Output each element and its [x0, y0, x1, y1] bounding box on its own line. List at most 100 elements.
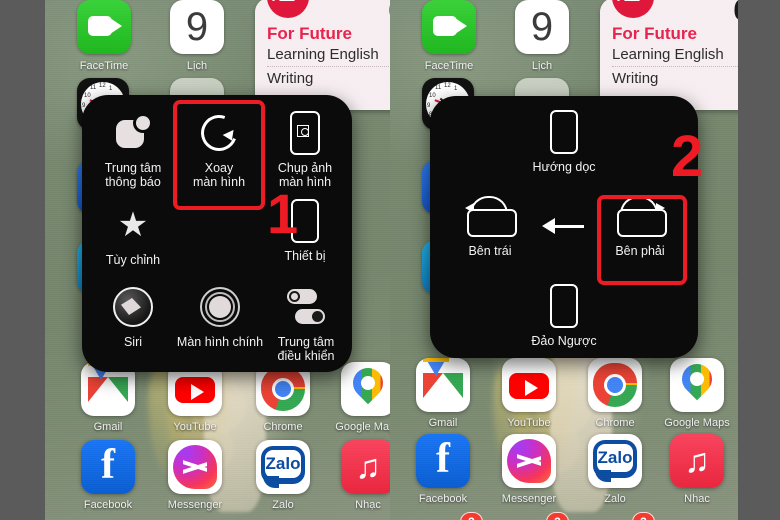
panel-item-label: Tùy chỉnh: [105, 253, 161, 267]
calendar-label: Lịch: [186, 60, 208, 72]
app-chrome[interactable]: Chrome: [248, 362, 318, 433]
panel-item-notification-center[interactable]: Trung tâm thông báo: [92, 111, 174, 189]
app-messenger[interactable]: 2 Messenger: [494, 434, 569, 520]
home-screen-icon: [174, 285, 266, 329]
app-label: Zalo: [604, 493, 626, 505]
rotate-orientation-panel[interactable]: Hướng dọc Bên trái Bên phải Đảo Ngược: [430, 96, 698, 358]
music-icon: ♫: [670, 434, 724, 488]
panel-item-upside-down[interactable]: Đảo Ngược: [520, 284, 608, 348]
panel-item-label: Trung tâm thông báo: [104, 161, 162, 189]
app-facebook[interactable]: f 3 Facebook: [73, 440, 143, 511]
widget-divider: [612, 66, 738, 67]
panel-item-label: Bên phải: [615, 244, 665, 258]
app-label: Nhac: [684, 493, 710, 505]
screenshot-icon: [264, 111, 346, 155]
panel-item-label: Thiết bị: [284, 249, 326, 263]
app-label: Gmail: [93, 421, 123, 433]
chrome-icon: [588, 358, 642, 412]
app-label: YouTube: [507, 417, 551, 429]
app-chrome[interactable]: Chrome: [580, 358, 650, 429]
panel-item-portrait[interactable]: Hướng dọc: [520, 110, 608, 174]
panel-item-custom[interactable]: ★ Tùy chỉnh: [92, 203, 174, 267]
portrait-orientation-icon: [520, 110, 608, 154]
panel-item-control-center[interactable]: Trung tâm điều khiển: [264, 285, 348, 363]
rotate-screen-icon: [178, 109, 260, 157]
app-label: Messenger: [167, 499, 223, 511]
app-music[interactable]: ♫ Nhạc: [333, 440, 390, 511]
left-gutter: [0, 0, 45, 520]
app-youtube[interactable]: YouTube: [494, 358, 564, 429]
app-gmail[interactable]: Gmail: [73, 362, 143, 433]
panel-item-screenshot[interactable]: Chụp ảnh màn hình: [264, 111, 346, 189]
siri-icon: [92, 285, 174, 329]
badge-count: 2: [546, 512, 569, 520]
app-zalo[interactable]: Zalo 3 Zalo: [248, 440, 318, 511]
calendar-icon[interactable]: 9: [170, 0, 224, 54]
panel-item-home-screen[interactable]: Màn hình chính: [174, 285, 266, 349]
app-label: Nhạc: [355, 499, 381, 511]
widget-line-1: Learning English: [267, 46, 379, 63]
music-icon: ♫: [341, 440, 390, 494]
youtube-icon: [502, 358, 556, 412]
facebook-icon: f: [81, 440, 135, 494]
app-label: Chrome: [263, 421, 303, 433]
facetime-camera-body: [433, 16, 457, 36]
top-app-row-left: FaceTime 9 Lịch 6 For Future Learning En…: [45, 0, 390, 110]
panel-item-back-arrow[interactable]: [524, 204, 604, 254]
app-grid-right: Gmail YouTube Chrome Google Maps f 3 Fac…: [390, 350, 738, 520]
top-app-row-right: FaceTime 9 Lịch 6 For Future Learning En…: [390, 0, 738, 110]
back-arrow-icon: [524, 204, 604, 248]
widget-count: 6: [733, 0, 738, 28]
right-gutter: [738, 0, 780, 520]
app-gmail[interactable]: Gmail: [408, 358, 478, 429]
panel-item-siri[interactable]: Siri: [92, 285, 174, 349]
app-grid-left: Gmail YouTube Chrome Google Maps f 3 Fac…: [45, 350, 390, 520]
app-zalo[interactable]: Zalo 3 Zalo: [580, 434, 655, 520]
app-label: Gmail: [428, 417, 458, 429]
app-label: Google Maps: [664, 417, 730, 429]
screenshot-stage: FaceTime 9 Lịch 6 For Future Learning En…: [0, 0, 780, 520]
widget-divider: [267, 66, 390, 67]
reminders-lines: [624, 0, 640, 4]
app-youtube[interactable]: YouTube: [160, 362, 230, 433]
facetime-camera-lens: [455, 18, 467, 34]
panel-item-rotate-screen[interactable]: Xoay màn hình: [178, 109, 260, 189]
facebook-icon: f: [416, 434, 470, 488]
calendar-day-number: 9: [530, 4, 554, 49]
calendar-label: Lịch: [531, 60, 553, 72]
messenger-icon: [502, 434, 556, 488]
panel-item-label: Hướng dọc: [532, 160, 596, 174]
badge-count: 3: [632, 512, 655, 520]
google-maps-icon: [670, 358, 724, 412]
facetime-camera-body: [88, 16, 112, 36]
panel-item-label: Bên trái: [468, 244, 512, 258]
widget-line-1: Learning English: [612, 46, 724, 63]
widget-title: For Future: [267, 24, 352, 43]
app-label: Google Maps: [335, 421, 390, 433]
app-label: Zalo: [272, 499, 294, 511]
star-custom-icon: ★: [117, 206, 149, 244]
panel-item-rotate-left[interactable]: Bên trái: [444, 194, 536, 258]
panel-item-rotate-right[interactable]: Bên phải: [594, 194, 686, 258]
gmail-icon: [416, 358, 470, 412]
notification-center-icon: [92, 111, 174, 155]
calendar-icon[interactable]: 9: [515, 0, 569, 54]
app-google-maps[interactable]: Google Maps: [662, 358, 732, 429]
app-messenger[interactable]: 2 Messenger: [160, 440, 230, 511]
facetime-icon[interactable]: [422, 0, 476, 54]
app-label: YouTube: [173, 421, 217, 433]
for-future-widget[interactable]: 6 For Future Learning English Writing: [600, 0, 738, 110]
control-center-icon: [264, 285, 348, 329]
app-label: Facebook: [83, 499, 133, 511]
for-future-widget[interactable]: 6 For Future Learning English Writing: [255, 0, 390, 110]
left-phone-photo: FaceTime 9 Lịch 6 For Future Learning En…: [45, 0, 390, 520]
upside-down-icon: [520, 284, 608, 328]
assistive-touch-panel[interactable]: Trung tâm thông báo Xoay màn hình Chụp ả…: [82, 95, 352, 372]
app-google-maps[interactable]: Google Maps: [333, 362, 390, 433]
app-facebook[interactable]: f 3 Facebook: [408, 434, 483, 520]
facetime-icon[interactable]: [77, 0, 131, 54]
app-music[interactable]: ♫ Nhac: [662, 434, 732, 505]
assistive-panel-grid: Trung tâm thông báo Xoay màn hình Chụp ả…: [82, 95, 352, 372]
panel-item-label: Màn hình chính: [176, 335, 264, 349]
facetime-camera-lens: [110, 18, 122, 34]
